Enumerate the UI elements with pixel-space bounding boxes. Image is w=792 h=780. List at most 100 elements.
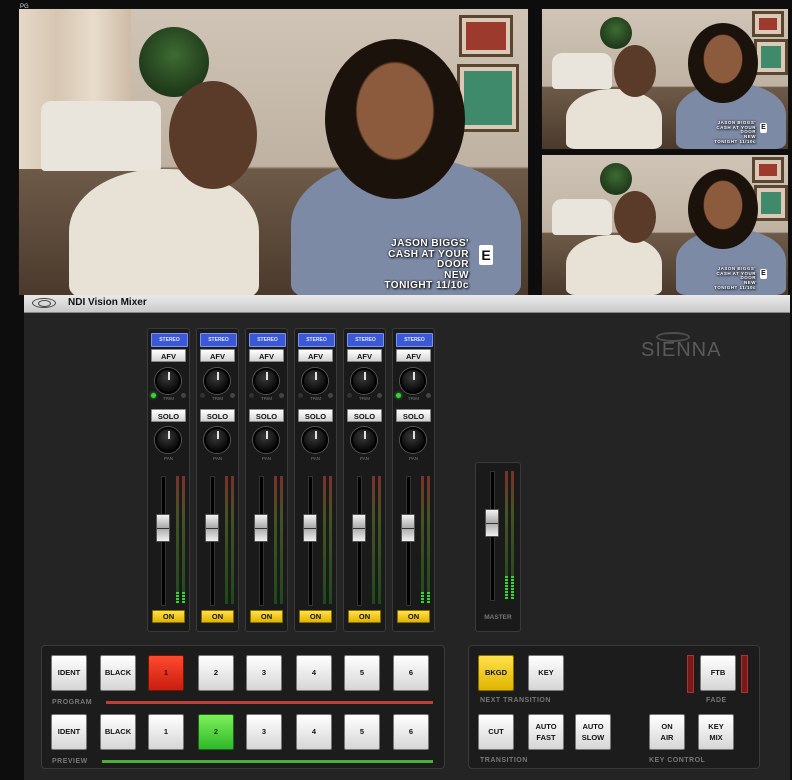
program-source-button[interactable]: 2 [198,655,234,691]
fader-handle[interactable] [156,514,170,542]
preview-source-button[interactable]: BLACK [100,714,136,750]
bkgd-button[interactable]: BKGD [478,655,514,691]
channel-on-button[interactable]: ON [299,610,332,623]
auto-slow-button[interactable]: AUTO SLOW [575,714,611,750]
ftb-button[interactable]: FTB [700,655,736,691]
trim-knob[interactable] [351,368,377,394]
stereo-badge[interactable]: STEREO [249,333,286,347]
stereo-badge[interactable]: STEREO [200,333,237,347]
brand-logo: SIENNA [641,339,722,361]
pan-knob[interactable] [253,427,279,453]
preview-source-button[interactable]: 4 [296,714,332,750]
trim-knob[interactable] [302,368,328,394]
afv-button[interactable]: AFV [151,349,186,362]
channel-strip: STEREO AFV TRIM SOLO PAN ON [343,328,386,632]
program-source-button[interactable]: 3 [246,655,282,691]
channel-strip: STEREO AFV TRIM SOLO PAN ON [196,328,239,632]
auto-fast-line2: FAST [536,733,556,742]
pan-knob[interactable] [302,427,328,453]
preview-source-button[interactable]: 1 [148,714,184,750]
afv-button[interactable]: AFV [347,349,382,362]
pan-knob[interactable] [400,427,426,453]
cut-button[interactable]: CUT [478,714,514,750]
trim-knob[interactable] [253,368,279,394]
trim-label: TRIM [408,396,419,401]
preview-source-button[interactable]: 2 [198,714,234,750]
program-label: PROGRAM [52,699,93,706]
channel-on-button[interactable]: ON [201,610,234,623]
mixer-window: NDI Vision Mixer SIENNA STEREO AFV TRIM SOL… [24,295,790,780]
stereo-badge[interactable]: STEREO [151,333,188,347]
on-air-button[interactable]: ON AIR [649,714,685,750]
meter-right [231,476,234,604]
afv-button[interactable]: AFV [396,349,431,362]
auto-fast-button[interactable]: AUTO FAST [528,714,564,750]
title-bar: NDI Vision Mixer [24,295,790,313]
pan-knob[interactable] [155,427,181,453]
trim-label: TRIM [310,396,321,401]
meter-left [225,476,228,604]
window-title: NDI Vision Mixer [68,297,147,308]
channel-on-button[interactable]: ON [397,610,430,623]
channel-strip: STEREO AFV TRIM SOLO PAN ON [294,328,337,632]
channel-on-button[interactable]: ON [152,610,185,623]
fader-handle[interactable] [254,514,268,542]
stereo-badge[interactable]: STEREO [396,333,433,347]
meter-left [323,476,326,604]
program-bar [106,701,433,704]
meter-right [280,476,283,604]
stereo-badge[interactable]: STEREO [347,333,384,347]
master-meter-level-right [511,576,514,599]
program-source-button[interactable]: 4 [296,655,332,691]
key-mix-line1: KEY [708,721,724,731]
fader-handle[interactable] [303,514,317,542]
key-button[interactable]: KEY [528,655,564,691]
solo-button[interactable]: SOLO [396,409,431,422]
fader-handle[interactable] [352,514,366,542]
fader-handle[interactable] [205,514,219,542]
solo-button[interactable]: SOLO [151,409,186,422]
meter-left [274,476,277,604]
pan-knob[interactable] [204,427,230,453]
transition-label: TRANSITION [480,757,528,764]
meter-left [372,476,375,604]
afv-button[interactable]: AFV [249,349,284,362]
auto-slow-line1: AUTO [582,721,604,731]
key-mix-button[interactable]: KEY MIX [698,714,734,750]
afv-button[interactable]: AFV [298,349,333,362]
preview-source-button[interactable]: 3 [246,714,282,750]
meter-right [378,476,381,604]
program-preview-panel: IDENT BLACK 1 2 3 4 5 6 PROGRAM IDENT BLACK 1 2 3 4 5… [41,645,445,769]
meter-left [421,476,424,604]
program-source-button[interactable]: IDENT [51,655,87,691]
program-source-button[interactable]: 6 [393,655,429,691]
trim-knob[interactable] [155,368,181,394]
meter-level-right [182,592,185,604]
stereo-badge[interactable]: STEREO [298,333,335,347]
lower-third-text: JASON BIGGS' CASH AT YOUR DOOR NEW TONIG… [384,238,469,291]
program-source-button[interactable]: 1 [148,655,184,691]
afv-button[interactable]: AFV [200,349,235,362]
e-network-logo: E [760,123,767,133]
preview-source-button[interactable]: 5 [344,714,380,750]
trim-knob[interactable] [400,368,426,394]
solo-button[interactable]: SOLO [347,409,382,422]
master-fader-handle[interactable] [485,509,499,537]
trim-knob[interactable] [204,368,230,394]
fader-handle[interactable] [401,514,415,542]
solo-button[interactable]: SOLO [200,409,235,422]
trim-label: TRIM [163,396,174,401]
channel-strip: STEREO AFV TRIM SOLO PAN ON [245,328,288,632]
ndi-app-icon [32,298,56,308]
channel-on-button[interactable]: ON [348,610,381,623]
preview-source-button[interactable]: 6 [393,714,429,750]
program-source-button[interactable]: 5 [344,655,380,691]
preview-source-button[interactable]: IDENT [51,714,87,750]
pan-knob[interactable] [351,427,377,453]
program-source-button[interactable]: BLACK [100,655,136,691]
channel-on-button[interactable]: ON [250,610,283,623]
solo-button[interactable]: SOLO [298,409,333,422]
fade-indicator-left [687,655,694,693]
key-control-label: KEY CONTROL [649,757,706,764]
solo-button[interactable]: SOLO [249,409,284,422]
